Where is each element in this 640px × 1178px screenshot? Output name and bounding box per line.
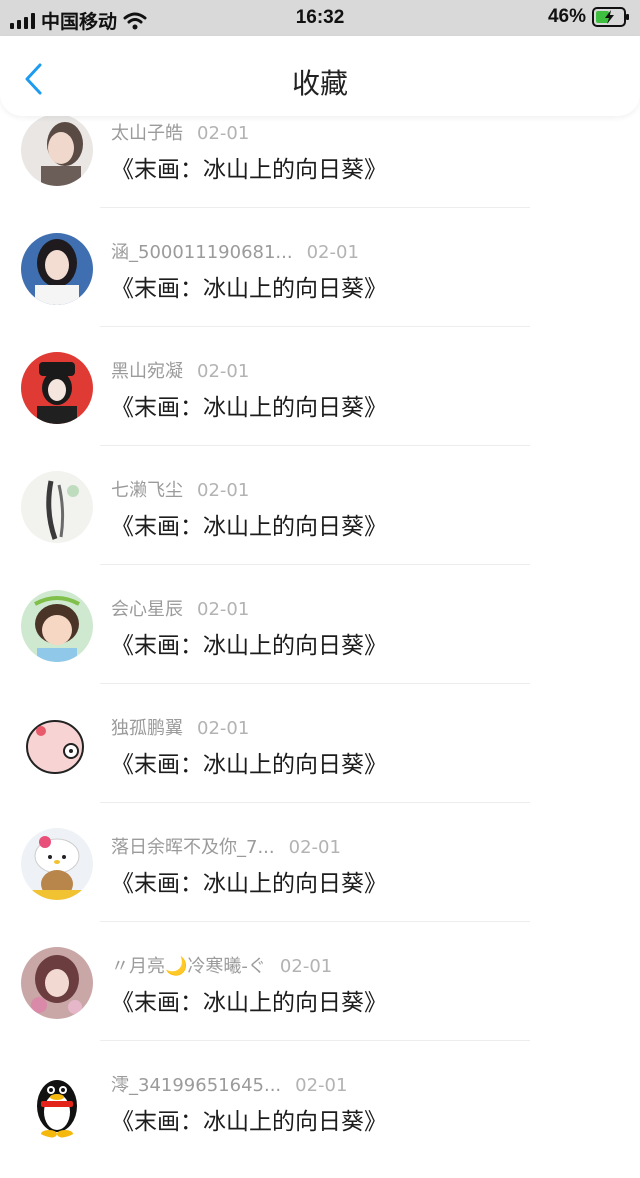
divider xyxy=(100,683,530,684)
item-title: 《末画：冰山上的向日葵》 xyxy=(111,157,387,183)
avatar[interactable] xyxy=(21,709,93,781)
divider xyxy=(100,326,530,327)
item-title: 《末画：冰山上的向日葵》 xyxy=(111,395,387,421)
item-date: 02-01 xyxy=(197,361,250,382)
avatar[interactable] xyxy=(21,590,93,662)
list-item[interactable]: 太山子皓 02-01 《末画：冰山上的向日葵》 xyxy=(0,106,640,226)
item-meta: 太山子皓 02-01 xyxy=(111,119,249,145)
item-date: 02-01 xyxy=(197,718,250,739)
item-date: 02-01 xyxy=(197,123,250,144)
item-title: 《末画：冰山上的向日葵》 xyxy=(111,871,387,897)
nav-bar: 收藏 xyxy=(0,36,640,116)
battery-charging-icon xyxy=(592,7,629,27)
item-title: 《末画：冰山上的向日葵》 xyxy=(111,514,387,540)
list-item[interactable]: 澪_34199651645... 02-01 《末画：冰山上的向日葵》 xyxy=(0,1058,640,1178)
divider xyxy=(100,564,530,565)
divider xyxy=(100,802,530,803)
item-title: 《末画：冰山上的向日葵》 xyxy=(111,276,387,302)
username: 会心星辰 xyxy=(111,599,183,620)
avatar[interactable] xyxy=(21,233,93,305)
avatar[interactable] xyxy=(21,114,93,186)
item-title: 《末画：冰山上的向日葵》 xyxy=(111,990,387,1016)
avatar[interactable] xyxy=(21,828,93,900)
divider xyxy=(100,207,530,208)
username: 独孤鹏翼 xyxy=(111,718,183,739)
item-meta: 七濑飞尘 02-01 xyxy=(111,476,249,502)
username: 〃月亮🌙冷寒曦-ぐ xyxy=(111,956,266,977)
username: 落日余晖不及你_7... xyxy=(111,837,275,858)
item-date: 02-01 xyxy=(279,956,333,977)
username: 七濑飞尘 xyxy=(111,480,183,501)
avatar[interactable] xyxy=(21,947,93,1019)
username: 黑山宛凝 xyxy=(111,361,183,382)
item-date: 02-01 xyxy=(288,837,341,858)
list-item[interactable]: 〃月亮🌙冷寒曦-ぐ 02-01 《末画：冰山上的向日葵》 xyxy=(0,939,640,1059)
username: 涵_500011190681... xyxy=(111,242,293,263)
username: 澪_34199651645... xyxy=(111,1075,282,1096)
avatar[interactable] xyxy=(21,1066,93,1138)
item-date: 02-01 xyxy=(197,480,250,501)
item-meta: 涵_500011190681... 02-01 xyxy=(111,238,359,264)
list-item[interactable]: 落日余晖不及你_7... 02-01 《末画：冰山上的向日葵》 xyxy=(0,820,640,940)
item-meta: 澪_34199651645... 02-01 xyxy=(111,1071,347,1097)
item-title: 《末画：冰山上的向日葵》 xyxy=(111,1109,387,1135)
status-bar: 中国移动 16:32 46% xyxy=(0,0,640,36)
status-right: 46% xyxy=(548,6,630,28)
item-meta: 〃月亮🌙冷寒曦-ぐ 02-01 xyxy=(111,952,332,978)
divider xyxy=(100,1040,530,1041)
username: 太山子皓 xyxy=(111,123,183,144)
page-title: 收藏 xyxy=(291,67,348,100)
battery-percent: 46% xyxy=(547,6,586,27)
list-item[interactable]: 黑山宛凝 02-01 《末画：冰山上的向日葵》 xyxy=(0,344,640,464)
item-date: 02-01 xyxy=(197,599,250,620)
item-meta: 落日余晖不及你_7... 02-01 xyxy=(111,833,341,859)
list-item[interactable]: 七濑飞尘 02-01 《末画：冰山上的向日葵》 xyxy=(0,463,640,583)
item-title: 《末画：冰山上的向日葵》 xyxy=(111,633,387,659)
item-title: 《末画：冰山上的向日葵》 xyxy=(111,752,387,778)
item-date: 02-01 xyxy=(306,242,359,263)
item-meta: 独孤鹏翼 02-01 xyxy=(111,714,249,740)
item-meta: 会心星辰 02-01 xyxy=(111,595,249,621)
divider xyxy=(100,445,530,446)
list-item[interactable]: 独孤鹏翼 02-01 《末画：冰山上的向日葵》 xyxy=(0,701,640,821)
divider xyxy=(100,921,530,922)
item-date: 02-01 xyxy=(295,1075,348,1096)
list-item[interactable]: 涵_500011190681... 02-01 《末画：冰山上的向日葵》 xyxy=(0,225,640,345)
list-item[interactable]: 会心星辰 02-01 《末画：冰山上的向日葵》 xyxy=(0,582,640,702)
item-meta: 黑山宛凝 02-01 xyxy=(111,357,249,383)
avatar[interactable] xyxy=(21,352,93,424)
avatar[interactable] xyxy=(21,471,93,543)
clock: 16:32 xyxy=(295,7,345,28)
